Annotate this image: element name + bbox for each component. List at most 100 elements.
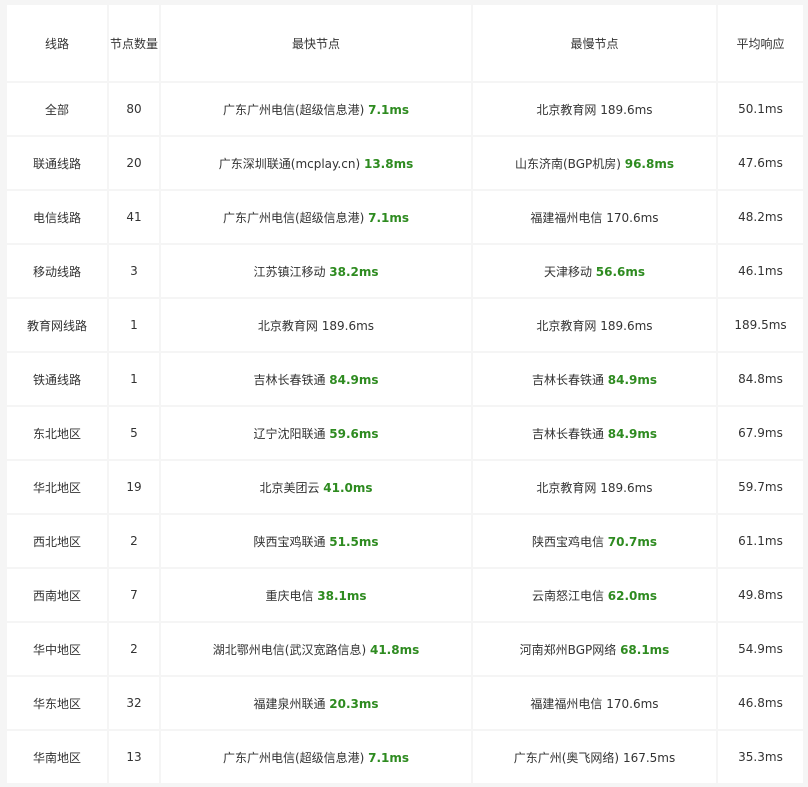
slowest-node-latency: 96.8ms (624, 156, 674, 171)
fastest-node-name: 广东广州电信(超级信息港) (222, 210, 365, 225)
fastest-node-name: 湖北鄂州电信(武汉宽路信息) (212, 642, 367, 657)
table-body: 全部 80 广东广州电信(超级信息港) 7.1ms 北京教育网 189.6ms 50.1… (7, 83, 803, 783)
cell-slowest-node: 广东广州(奥飞网络) 167.5ms (473, 731, 716, 783)
cell-fastest-node: 重庆电信 38.1ms (161, 569, 471, 621)
table-row: 移动线路 3 江苏镇江移动 38.2ms 天津移动 56.6ms 46.1ms (7, 245, 803, 297)
fastest-node-latency: 51.5ms (329, 534, 379, 549)
cell-fastest-node: 湖北鄂州电信(武汉宽路信息) 41.8ms (161, 623, 471, 675)
cell-average-response: 49.8ms (718, 569, 803, 621)
cell-average-response: 59.7ms (718, 461, 803, 513)
cell-slowest-node: 天津移动 56.6ms (473, 245, 716, 297)
header-average-response: 平均响应 (718, 5, 803, 81)
slowest-node-latency: 167.5ms (622, 750, 676, 765)
cell-line: 东北地区 (7, 407, 107, 459)
cell-node-count: 2 (109, 515, 159, 567)
fastest-node-latency: 7.1ms (368, 750, 410, 765)
slowest-node-name: 河南郑州BGP网络 (519, 642, 617, 657)
cell-fastest-node: 广东广州电信(超级信息港) 7.1ms (161, 191, 471, 243)
cell-fastest-node: 江苏镇江移动 38.2ms (161, 245, 471, 297)
table-row: 西南地区 7 重庆电信 38.1ms 云南怒江电信 62.0ms 49.8ms (7, 569, 803, 621)
slowest-node-latency: 70.7ms (607, 534, 658, 549)
cell-line: 华北地区 (7, 461, 107, 513)
table-row: 电信线路 41 广东广州电信(超级信息港) 7.1ms 福建福州电信 170.6ms 4… (7, 191, 803, 243)
cell-slowest-node: 吉林长春铁通 84.9ms (473, 407, 716, 459)
fastest-node-latency: 38.2ms (329, 264, 379, 279)
fastest-node-name: 吉林长春铁通 (253, 372, 326, 387)
cell-line: 联通线路 (7, 137, 107, 189)
cell-slowest-node: 北京教育网 189.6ms (473, 83, 716, 135)
cell-slowest-node: 北京教育网 189.6ms (473, 299, 716, 351)
fastest-node-name: 北京美团云 (259, 480, 320, 495)
header-line: 线路 (7, 5, 107, 81)
cell-node-count: 1 (109, 299, 159, 351)
slowest-node-name: 天津移动 (543, 264, 592, 279)
fastest-node-name: 辽宁沈阳联通 (253, 426, 326, 441)
cell-node-count: 80 (109, 83, 159, 135)
slowest-node-name: 山东济南(BGP机房) (514, 156, 621, 171)
table-row: 华南地区 13 广东广州电信(超级信息港) 7.1ms 广东广州(奥飞网络) 167.… (7, 731, 803, 783)
slowest-node-name: 广东广州(奥飞网络) (513, 750, 620, 765)
slowest-node-name: 福建福州电信 (530, 210, 603, 225)
slowest-node-name: 吉林长春铁通 (531, 426, 604, 441)
fastest-node-name: 陕西宝鸡联通 (253, 534, 326, 549)
cell-node-count: 7 (109, 569, 159, 621)
slowest-node-latency: 189.6ms (600, 480, 653, 495)
cell-fastest-node: 广东广州电信(超级信息港) 7.1ms (161, 83, 471, 135)
slowest-node-name: 云南怒江电信 (531, 588, 604, 603)
cell-fastest-node: 陕西宝鸡联通 51.5ms (161, 515, 471, 567)
header-node-count: 节点数量 (109, 5, 159, 81)
page: 线路 节点数量 最快节点 最慢节点 平均响应 全部 80 广东广州电信(超级信息港)… (0, 0, 808, 787)
cell-slowest-node: 北京教育网 189.6ms (473, 461, 716, 513)
slowest-node-latency: 170.6ms (606, 696, 659, 711)
slowest-node-name: 北京教育网 (536, 102, 597, 117)
table-row: 东北地区 5 辽宁沈阳联通 59.6ms 吉林长春铁通 84.9ms 67.9ms (7, 407, 803, 459)
header-fastest-node: 最快节点 (161, 5, 471, 81)
cell-slowest-node: 陕西宝鸡电信 70.7ms (473, 515, 716, 567)
cell-average-response: 67.9ms (718, 407, 803, 459)
cell-fastest-node: 福建泉州联通 20.3ms (161, 677, 471, 729)
fastest-node-name: 广东广州电信(超级信息港) (222, 102, 365, 117)
slowest-node-latency: 84.9ms (607, 372, 658, 387)
cell-average-response: 47.6ms (718, 137, 803, 189)
cell-fastest-node: 北京教育网 189.6ms (161, 299, 471, 351)
table-row: 西北地区 2 陕西宝鸡联通 51.5ms 陕西宝鸡电信 70.7ms 61.1ms (7, 515, 803, 567)
cell-slowest-node: 福建福州电信 170.6ms (473, 677, 716, 729)
cell-average-response: 46.1ms (718, 245, 803, 297)
fastest-node-name: 广东广州电信(超级信息港) (222, 750, 365, 765)
cell-line: 华东地区 (7, 677, 107, 729)
header-slowest-node: 最慢节点 (473, 5, 716, 81)
cell-node-count: 2 (109, 623, 159, 675)
cell-line: 华南地区 (7, 731, 107, 783)
latency-table: 线路 节点数量 最快节点 最慢节点 平均响应 全部 80 广东广州电信(超级信息港)… (5, 3, 805, 785)
cell-fastest-node: 吉林长春铁通 84.9ms (161, 353, 471, 405)
cell-average-response: 84.8ms (718, 353, 803, 405)
slowest-node-name: 吉林长春铁通 (531, 372, 604, 387)
cell-slowest-node: 云南怒江电信 62.0ms (473, 569, 716, 621)
cell-line: 西北地区 (7, 515, 107, 567)
cell-node-count: 20 (109, 137, 159, 189)
cell-average-response: 189.5ms (718, 299, 803, 351)
fastest-node-latency: 38.1ms (317, 588, 367, 603)
cell-slowest-node: 河南郑州BGP网络 68.1ms (473, 623, 716, 675)
slowest-node-name: 福建福州电信 (530, 696, 603, 711)
cell-average-response: 48.2ms (718, 191, 803, 243)
cell-average-response: 46.8ms (718, 677, 803, 729)
slowest-node-name: 北京教育网 (536, 318, 597, 333)
cell-node-count: 41 (109, 191, 159, 243)
cell-slowest-node: 山东济南(BGP机房) 96.8ms (473, 137, 716, 189)
fastest-node-latency: 7.1ms (368, 210, 410, 225)
cell-fastest-node: 北京美团云 41.0ms (161, 461, 471, 513)
fastest-node-latency: 7.1ms (368, 102, 410, 117)
cell-line: 西南地区 (7, 569, 107, 621)
fastest-node-latency: 41.8ms (369, 642, 420, 657)
table-row: 教育网线路 1 北京教育网 189.6ms 北京教育网 189.6ms 189.5ms (7, 299, 803, 351)
cell-node-count: 19 (109, 461, 159, 513)
cell-node-count: 3 (109, 245, 159, 297)
table-row: 联通线路 20 广东深圳联通(mcplay.cn) 13.8ms 山东济南(BGP机房… (7, 137, 803, 189)
slowest-node-name: 北京教育网 (536, 480, 597, 495)
fastest-node-latency: 59.6ms (329, 426, 379, 441)
fastest-node-name: 重庆电信 (265, 588, 314, 603)
cell-average-response: 35.3ms (718, 731, 803, 783)
fastest-node-latency: 20.3ms (329, 696, 379, 711)
cell-node-count: 5 (109, 407, 159, 459)
